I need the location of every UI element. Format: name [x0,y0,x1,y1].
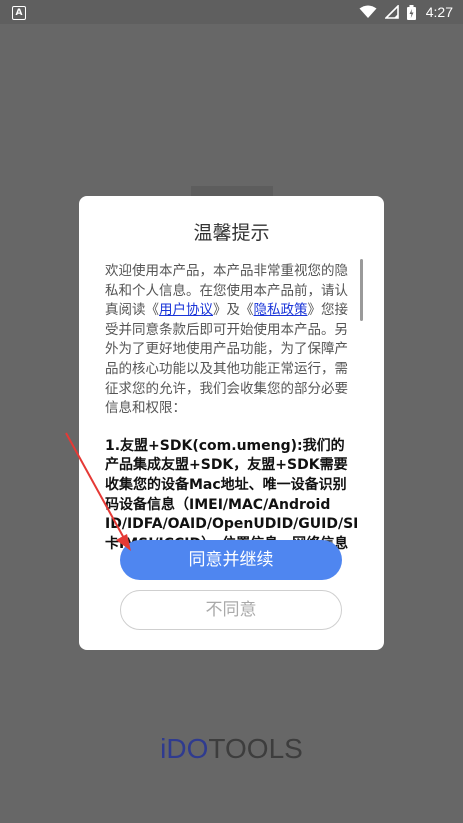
app-logo-part-ido: iDO [160,733,209,764]
disagree-button[interactable]: 不同意 [120,590,342,630]
notification-a-icon: A [12,6,26,20]
app-logo: iDOTOOLS [0,733,463,765]
status-icons: 4:27 [359,0,453,24]
privacy-dialog: 温馨提示 欢迎使用本产品，本产品非常重视您的隐私和个人信息。在您使用本产品前，请… [79,196,384,650]
intro-paragraph: 欢迎使用本产品，本产品非常重视您的隐私和个人信息。在您使用本产品前，请认真阅读《… [105,262,357,419]
dialog-content[interactable]: 欢迎使用本产品，本产品非常重视您的隐私和个人信息。在您使用本产品前，请认真阅读《… [105,262,357,570]
app-logo-part-tools: TOOLS [208,733,303,764]
wifi-icon [359,5,377,18]
agree-continue-button[interactable]: 同意并继续 [120,540,342,580]
dialog-scrollbar[interactable] [360,259,363,321]
privacy-policy-link[interactable]: 隐私政策 [254,302,308,318]
status-time: 4:27 [425,4,453,20]
status-bar: A 4:27 [0,0,463,24]
user-agreement-link[interactable]: 用户协议 [159,302,213,318]
dialog-title: 温馨提示 [193,222,270,244]
intro-text-part-2: 》及《 [213,302,254,319]
intro-text-part-3: 》您接受并同意条款后即可开始使用本产品。另外为了更好地使用产品功能，为了保障产品… [105,302,348,417]
signal-icon [384,5,399,19]
sdk-disclosure-paragraph: 1.友盟+SDK(com.umeng):我们的产品集成友盟+SDK，友盟+SDK… [105,437,357,552]
battery-icon [406,4,416,20]
